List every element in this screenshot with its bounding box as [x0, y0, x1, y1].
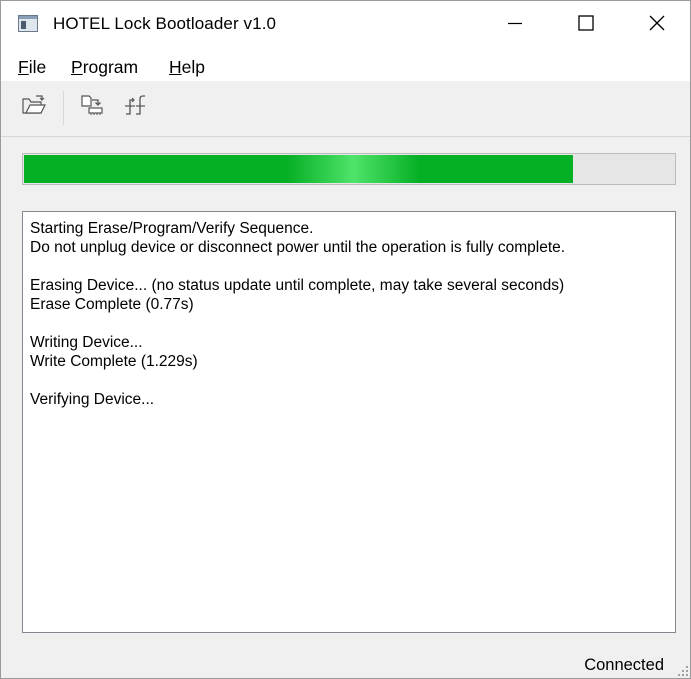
maximize-icon: [578, 14, 594, 36]
output-log[interactable]: Starting Erase/Program/Verify Sequence. D…: [22, 211, 676, 633]
open-folder-icon: [22, 94, 46, 120]
menu-file[interactable]: File: [18, 57, 46, 78]
title-bar[interactable]: HOTEL Lock Bootloader v1.0: [1, 1, 690, 49]
log-line: Erase Complete (0.77s): [30, 296, 194, 313]
log-line: Starting Erase/Program/Verify Sequence.: [30, 220, 314, 237]
log-line: Erasing Device... (no status update unti…: [30, 277, 565, 294]
reset-icon: [124, 94, 146, 121]
program-device-icon: [80, 94, 104, 121]
app-window: HOTEL Lock Bootloader v1.0 File Program …: [0, 0, 691, 679]
resize-grip-icon[interactable]: [674, 662, 688, 676]
maximize-button[interactable]: [555, 1, 617, 49]
toolbar: [1, 81, 690, 137]
menu-help[interactable]: Help: [169, 57, 205, 78]
window-title: HOTEL Lock Bootloader v1.0: [53, 14, 277, 33]
app-icon: [18, 15, 38, 32]
status-bar: Connected: [1, 651, 690, 678]
close-icon: [649, 15, 665, 36]
progress-bar: [22, 153, 676, 185]
client-area: Starting Erase/Program/Verify Sequence. D…: [1, 137, 690, 678]
toolbar-separator: [63, 91, 64, 125]
minimize-icon: [508, 16, 522, 35]
close-button[interactable]: [626, 1, 688, 49]
log-line: Write Complete (1.229s): [30, 353, 198, 370]
program-device-button[interactable]: [78, 93, 106, 121]
minimize-button[interactable]: [484, 1, 546, 49]
menu-bar: File Program Help: [1, 51, 690, 81]
connection-status: Connected: [584, 656, 664, 674]
menu-program[interactable]: Program: [71, 57, 138, 78]
log-line: Verifying Device...: [30, 391, 155, 408]
log-line: Writing Device...: [30, 334, 143, 351]
open-file-button[interactable]: [20, 93, 48, 121]
log-line: Do not unplug device or disconnect power…: [30, 239, 566, 256]
reset-device-button[interactable]: [121, 93, 149, 121]
progress-bar-fill: [24, 155, 574, 183]
